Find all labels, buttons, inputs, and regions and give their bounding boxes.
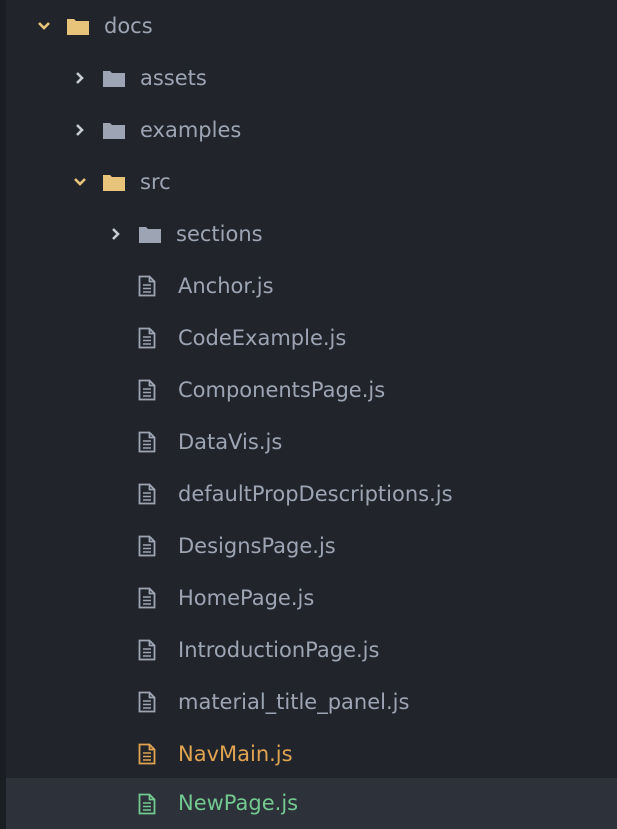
file-text-icon: [138, 639, 156, 661]
tree-item-label: ComponentsPage.js: [178, 377, 386, 402]
tree-item-label: docs: [104, 13, 153, 38]
tree-file-designspage[interactable]: DesignsPage.js: [6, 520, 617, 572]
tree-folder-src[interactable]: src: [6, 156, 617, 208]
file-text-icon: [138, 691, 156, 713]
file-text-icon: [138, 275, 156, 297]
chevron-down-icon[interactable]: [34, 16, 54, 36]
folder-icon: [138, 224, 162, 244]
tree-item-label: sections: [176, 221, 263, 246]
tree-item-label: IntroductionPage.js: [178, 637, 380, 662]
tree-file-defaultpropdescriptions[interactable]: defaultPropDescriptions.js: [6, 468, 617, 520]
tree-item-label: material_title_panel.js: [178, 689, 410, 714]
tree-item-label: defaultPropDescriptions.js: [178, 481, 453, 506]
tree-item-label: DesignsPage.js: [178, 533, 336, 558]
tree-item-label: NewPage.js: [178, 791, 299, 815]
tree-file-codeexample[interactable]: CodeExample.js: [6, 312, 617, 364]
tree-folder-docs[interactable]: docs: [6, 0, 617, 52]
file-text-icon: [138, 483, 156, 505]
tree-file-anchor[interactable]: Anchor.js: [6, 260, 617, 312]
folder-open-icon: [102, 172, 126, 192]
tree-item-label: CodeExample.js: [178, 325, 347, 350]
tree-file-homepage[interactable]: HomePage.js: [6, 572, 617, 624]
folder-icon: [102, 68, 126, 88]
chevron-right-icon[interactable]: [70, 68, 90, 88]
tree-file-datavis[interactable]: DataVis.js: [6, 416, 617, 468]
tree-file-componentspage[interactable]: ComponentsPage.js: [6, 364, 617, 416]
tree-item-label: Anchor.js: [178, 273, 274, 298]
tree-item-label: DataVis.js: [178, 429, 283, 454]
chevron-right-icon[interactable]: [106, 224, 126, 244]
tree-file-navmain[interactable]: NavMain.js: [6, 728, 617, 780]
file-text-icon: [138, 743, 156, 765]
tree-item-label: assets: [140, 65, 207, 90]
file-text-icon: [138, 431, 156, 453]
chevron-right-icon[interactable]: [70, 120, 90, 140]
tree-item-label: NavMain.js: [178, 741, 293, 766]
tree-item-label: examples: [140, 117, 242, 142]
tree-file-material-title-panel[interactable]: material_title_panel.js: [6, 676, 617, 728]
file-text-icon: [138, 327, 156, 349]
tree-folder-examples[interactable]: examples: [6, 104, 617, 156]
tree-folder-sections[interactable]: sections: [6, 208, 617, 260]
chevron-down-icon[interactable]: [70, 172, 90, 192]
folder-open-icon: [66, 16, 90, 36]
file-text-icon: [138, 793, 156, 815]
folder-icon: [102, 120, 126, 140]
tree-file-introductionpage[interactable]: IntroductionPage.js: [6, 624, 617, 676]
tree-file-newpage[interactable]: NewPage.js: [6, 778, 617, 829]
file-text-icon: [138, 379, 156, 401]
file-text-icon: [138, 587, 156, 609]
file-tree: docs assets examples src sections Anchor…: [0, 0, 617, 829]
file-text-icon: [138, 535, 156, 557]
tree-item-label: src: [140, 169, 171, 194]
tree-folder-assets[interactable]: assets: [6, 52, 617, 104]
tree-item-label: HomePage.js: [178, 585, 315, 610]
